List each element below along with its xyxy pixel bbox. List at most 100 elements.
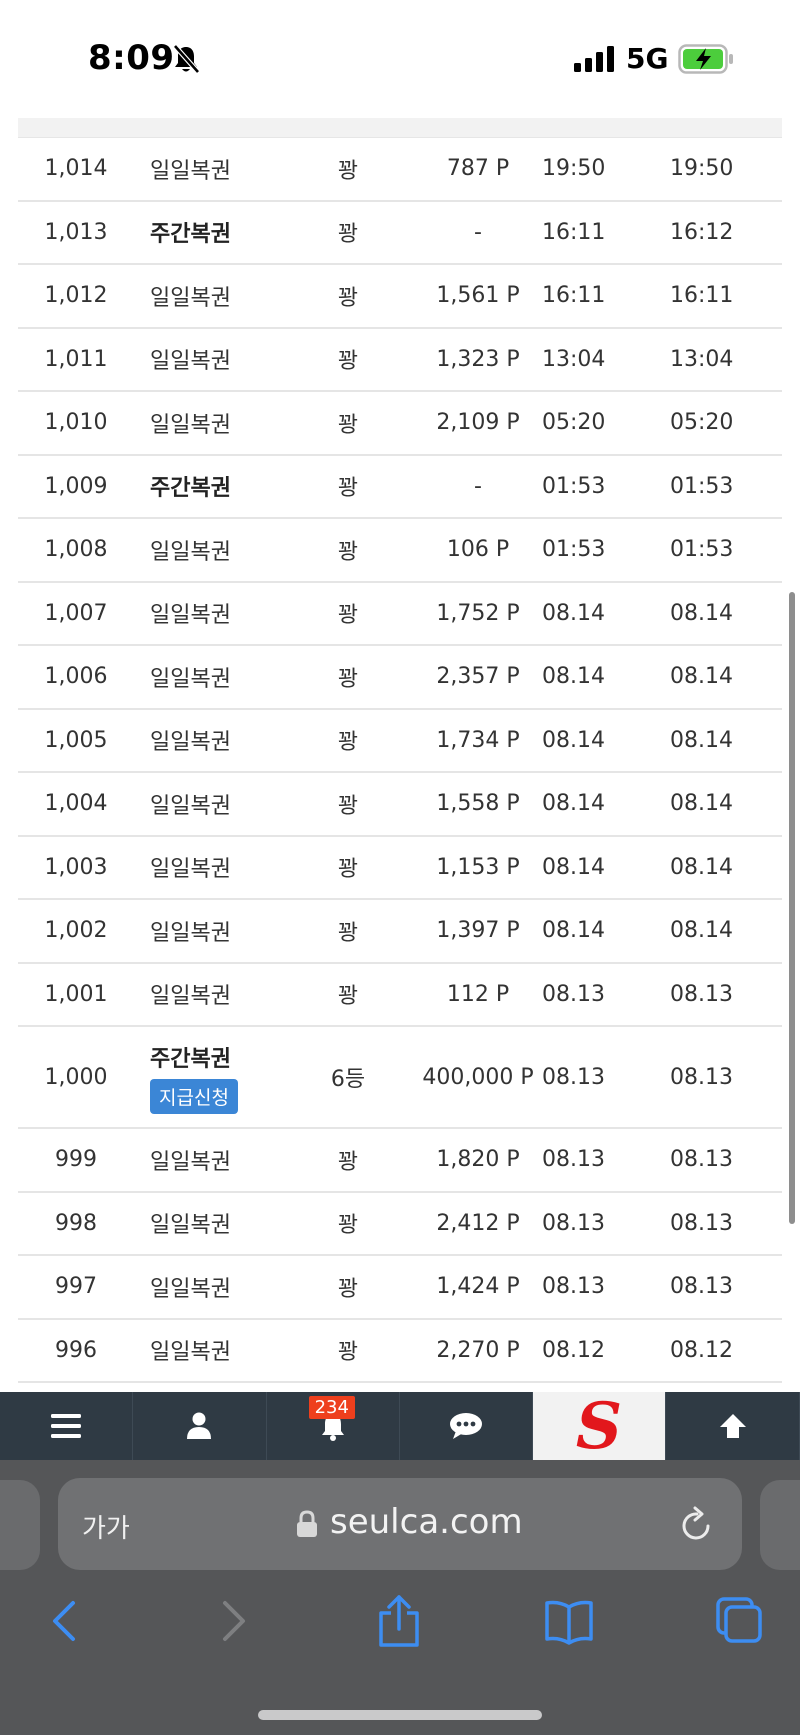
tabs-icon[interactable] <box>714 1595 764 1647</box>
draw-time: 01:53 <box>542 537 606 563</box>
draw-time-cell: 08.13 <box>542 1193 662 1255</box>
check-time-cell: 16:11 <box>670 265 780 327</box>
draw-time: 01:53 <box>542 473 606 499</box>
check-time-cell: 01:53 <box>670 456 780 518</box>
row-number-cell: 1,012 <box>18 265 134 327</box>
check-time-cell: 08.12 <box>670 1320 780 1382</box>
check-time-cell: 08.14 <box>670 773 780 835</box>
draw-time: 19:50 <box>542 156 606 182</box>
draw-time: 08.13 <box>542 1210 605 1236</box>
home-indicator[interactable] <box>258 1710 542 1720</box>
share-icon[interactable] <box>374 1595 424 1647</box>
draw-time-cell: 08.13 <box>542 964 662 1026</box>
draw-time: 05:20 <box>542 410 606 436</box>
table-row: 1,006 일일복권 꽝 2,357 P 08.14 08.14 <box>18 646 782 710</box>
check-time: 19:50 <box>670 156 734 182</box>
result-cell: 꽝 <box>288 392 408 454</box>
lottery-type: 일일복권 <box>150 1213 231 1239</box>
table-row: 1,004 일일복권 꽝 1,558 P 08.14 08.14 <box>18 773 782 837</box>
text-size-button[interactable]: 가가 <box>82 1508 130 1545</box>
draw-time-cell: 01:53 <box>542 456 662 518</box>
row-number-cell: 1,007 <box>18 583 134 645</box>
points: 787 P <box>446 156 510 182</box>
forward-icon[interactable] <box>208 1595 258 1647</box>
draw-time: 08.14 <box>542 664 605 690</box>
row-number: 1,006 <box>44 664 108 690</box>
points-cell: 106 P <box>408 519 548 581</box>
lottery-type-cell: 주간복권 <box>150 456 300 518</box>
draw-time-cell: 08.14 <box>542 837 662 899</box>
points: 112 P <box>446 981 510 1007</box>
claim-prize-button[interactable]: 지급신청 <box>150 1078 238 1114</box>
arrow-up-icon <box>719 1414 746 1438</box>
check-time: 08.13 <box>670 1147 733 1173</box>
draw-time-cell: 05:20 <box>542 392 662 454</box>
user-button[interactable] <box>133 1392 267 1460</box>
result-cell: 꽝 <box>288 1129 408 1191</box>
row-number: 1,000 <box>44 1064 108 1090</box>
lottery-type-cell: 주간복권 <box>150 202 300 264</box>
check-time: 01:53 <box>670 537 734 563</box>
result-cell: 꽝 <box>288 773 408 835</box>
row-number-cell: 1,005 <box>18 710 134 772</box>
check-time-cell: 08.14 <box>670 837 780 899</box>
next-tab-preview[interactable] <box>760 1480 800 1570</box>
row-number-cell: 998 <box>18 1193 134 1255</box>
check-time-cell: 08.14 <box>670 646 780 708</box>
check-time: 16:11 <box>670 283 734 309</box>
browser-chrome: 가가 seulca.com <box>0 1460 800 1735</box>
chat-button[interactable] <box>400 1392 534 1460</box>
previous-tab-preview[interactable] <box>0 1480 40 1570</box>
row-number: 999 <box>55 1147 97 1173</box>
site-logo-button[interactable]: S <box>533 1392 667 1460</box>
check-time: 16:12 <box>670 219 734 245</box>
check-time: 08.14 <box>670 918 733 944</box>
points-cell: 1,558 P <box>408 773 548 835</box>
lottery-type-cell: 일일복권 <box>150 646 300 708</box>
table-row: 1,009 주간복권 꽝 - 01:53 01:53 <box>18 456 782 519</box>
bell-off-icon <box>173 44 200 74</box>
back-icon[interactable] <box>40 1595 90 1647</box>
bookmarks-icon[interactable] <box>544 1595 594 1647</box>
reload-icon[interactable] <box>680 1506 714 1542</box>
result: 6등 <box>330 1067 366 1092</box>
points-cell: 1,820 P <box>408 1129 548 1191</box>
result: 꽝 <box>337 1276 359 1302</box>
row-number: 1,014 <box>44 156 108 182</box>
check-time: 08.14 <box>670 791 733 817</box>
points: 1,734 P <box>436 727 520 753</box>
draw-time: 08.13 <box>542 1064 605 1090</box>
points-cell: 112 P <box>408 964 548 1026</box>
table-row: 996 일일복권 꽝 2,270 P 08.12 08.12 <box>18 1320 782 1383</box>
result-cell: 꽝 <box>288 837 408 899</box>
points-cell: 1,734 P <box>408 710 548 772</box>
result: 꽝 <box>337 730 359 756</box>
check-time-cell: 08.13 <box>670 964 780 1026</box>
row-number: 1,002 <box>44 918 108 944</box>
check-time-cell: 08.13 <box>670 1193 780 1255</box>
points: 1,561 P <box>436 283 520 309</box>
points-cell: 2,270 P <box>408 1320 548 1382</box>
result: 꽝 <box>337 603 359 629</box>
menu-button[interactable] <box>0 1392 134 1460</box>
draw-time-cell: 08.13 <box>542 1129 662 1191</box>
points-cell: - <box>408 456 548 518</box>
notifications-button[interactable]: 234 <box>267 1392 400 1460</box>
lottery-type-cell: 일일복권 <box>150 1129 300 1191</box>
url-text[interactable]: seulca.com <box>330 1502 523 1542</box>
scroll-top-button[interactable] <box>666 1392 800 1460</box>
lottery-type: 주간복권 <box>150 1046 231 1072</box>
table-row: 1,013 주간복권 꽝 - 16:11 16:12 <box>18 202 782 265</box>
points-cell: 2,357 P <box>408 646 548 708</box>
draw-time: 16:11 <box>542 219 606 245</box>
scrollbar-thumb[interactable] <box>789 592 795 1224</box>
points: 2,109 P <box>436 410 520 436</box>
result-cell: 꽝 <box>288 900 408 962</box>
result: 꽝 <box>337 349 359 375</box>
lottery-type-cell: 일일복권 <box>150 519 300 581</box>
result-cell: 꽝 <box>288 329 408 391</box>
row-number: 1,003 <box>44 854 108 880</box>
lottery-type: 일일복권 <box>150 158 231 184</box>
result-cell: 꽝 <box>288 138 408 200</box>
check-time-cell: 08.13 <box>670 1129 780 1191</box>
